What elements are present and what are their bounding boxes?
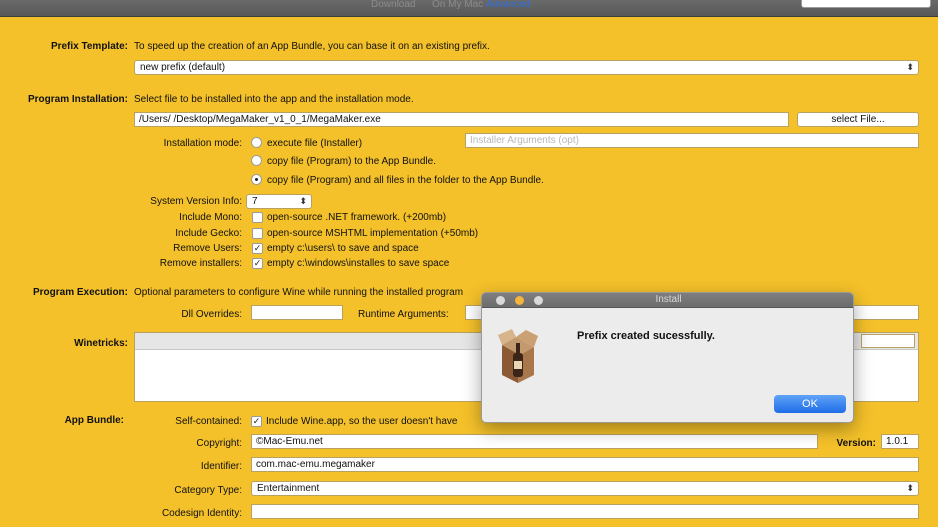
mode-copy-folder-radio[interactable] [251, 174, 262, 185]
install-dialog: Install Prefix created sucessfully. OK [481, 292, 854, 423]
tab-on-my-mac[interactable]: On My Mac [432, 0, 483, 11]
copyright-field[interactable]: ©Mac-Emu.net [251, 434, 818, 449]
identifier-label: Identifier: [200, 461, 242, 472]
app-bundle-label: App Bundle: [64, 415, 124, 426]
copyright-label: Copyright: [196, 438, 242, 449]
select-arrows-icon: ⬍ [906, 62, 914, 72]
prefix-template-label: Prefix Template: [50, 41, 128, 52]
tab-advanced[interactable]: Advanced [486, 0, 530, 11]
include-mono-text: open-source .NET framework. (+200mb) [267, 212, 447, 223]
ok-button[interactable]: OK [774, 395, 846, 413]
program-execution-description: Optional parameters to configure Wine wh… [134, 287, 464, 298]
remove-users-label: Remove Users: [173, 243, 242, 254]
codesign-identity-label: Codesign Identity: [161, 508, 242, 519]
self-contained-text: Include Wine.app, so the user doesn't ha… [266, 416, 458, 427]
program-file-path-field[interactable]: /Users/ /Desktop/MegaMaker_v1_0_1/MegaMa… [134, 112, 789, 127]
dialog-titlebar: Install [482, 293, 853, 308]
self-contained-checkbox[interactable]: ✓ [251, 416, 262, 427]
checkmark-icon: ✓ [253, 243, 262, 253]
include-mono-checkbox[interactable] [252, 212, 263, 223]
runtime-arguments-label: Runtime Arguments: [358, 309, 449, 320]
winetricks-label: Winetricks: [74, 338, 128, 349]
remove-installers-text: empty c:\windows\installes to save space [267, 258, 450, 269]
installation-mode-label: Installation mode: [163, 138, 242, 149]
checkmark-icon: ✓ [253, 258, 262, 268]
include-gecko-text: open-source MSHTML implementation (+50mb… [267, 228, 479, 239]
version-label: Version: [836, 438, 876, 449]
checkmark-icon: ✓ [252, 416, 261, 426]
mode-copy-file-radio[interactable] [251, 155, 262, 166]
mode-execute-radio[interactable] [251, 137, 262, 148]
system-version-label: System Version Info: [150, 196, 242, 207]
wine-bottle-box-icon [498, 329, 538, 383]
codesign-identity-field[interactable] [251, 504, 919, 519]
system-version-select[interactable]: 7 ⬍ [246, 194, 312, 209]
remove-installers-checkbox[interactable]: ✓ [252, 258, 263, 269]
include-mono-label: Include Mono: [179, 212, 242, 223]
dll-overrides-label: Dll Overrides: [181, 309, 242, 320]
select-arrows-icon: ⬍ [906, 483, 914, 493]
category-type-select[interactable]: Entertainment ⬍ [251, 481, 919, 496]
mode-execute-label: execute file (Installer) [267, 138, 363, 149]
include-gecko-checkbox[interactable] [252, 228, 263, 239]
include-gecko-label: Include Gecko: [175, 228, 242, 239]
select-file-button[interactable]: select File... [797, 112, 919, 127]
category-type-label: Category Type: [174, 485, 242, 496]
installer-arguments-field[interactable]: Installer Arguments (opt) [465, 133, 919, 148]
prefix-template-selected: new prefix (default) [140, 62, 226, 73]
remove-users-text: empty c:\users\ to save and space [267, 243, 419, 254]
program-installation-description: Select file to be installed into the app… [134, 94, 414, 105]
prefix-template-description: To speed up the creation of an App Bundl… [134, 41, 490, 52]
remove-installers-label: Remove installers: [159, 258, 242, 269]
remove-users-checkbox[interactable]: ✓ [252, 243, 263, 254]
select-arrows-icon: ⬍ [299, 196, 307, 206]
mode-copy-file-label: copy file (Program) to the App Bundle. [267, 156, 436, 167]
dialog-title: Install [655, 294, 682, 305]
system-version-value: 7 [252, 196, 258, 207]
category-type-value: Entertainment [257, 483, 320, 494]
mode-copy-folder-label: copy file (Program) and all files in the… [267, 175, 544, 186]
dll-overrides-field[interactable] [251, 305, 343, 320]
tab-download[interactable]: Download [371, 0, 415, 11]
prefix-template-select[interactable]: new prefix (default) ⬍ [134, 60, 919, 75]
identifier-field[interactable]: com.mac-emu.megamaker [251, 457, 919, 472]
toolbar: Download On My Mac Advanced [0, 0, 938, 17]
version-field[interactable]: 1.0.1 [881, 434, 919, 449]
program-execution-label: Program Execution: [32, 287, 128, 298]
program-installation-label: Program Installation: [27, 94, 128, 105]
winetricks-search-field[interactable] [861, 334, 915, 348]
dialog-message: Prefix created sucessfully. [577, 330, 715, 342]
self-contained-label: Self-contained: [175, 416, 242, 427]
search-field[interactable] [801, 0, 931, 8]
